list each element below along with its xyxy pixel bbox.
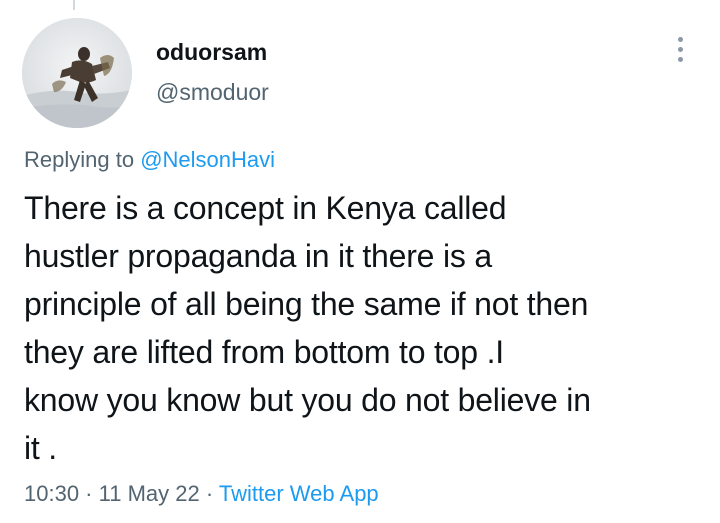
more-vertical-icon xyxy=(677,36,683,42)
more-vertical-icon xyxy=(677,46,683,52)
tweet-time[interactable]: 10:30 xyxy=(24,481,79,506)
replying-to-label: Replying to xyxy=(24,147,141,172)
avatar[interactable] xyxy=(22,18,132,128)
tweet-metadata: 10:30 · 11 May 22 · Twitter Web App xyxy=(24,479,379,509)
more-options-button[interactable] xyxy=(664,30,696,68)
meta-separator: · xyxy=(79,481,99,506)
tweet-date[interactable]: 11 May 22 xyxy=(99,481,200,506)
tweet-text: There is a concept in Kenya called hustl… xyxy=(24,190,591,466)
replying-to-line: Replying to @NelsonHavi xyxy=(24,146,275,174)
avatar-photo xyxy=(22,18,132,128)
reply-mention-link[interactable]: @NelsonHavi xyxy=(140,147,275,172)
more-vertical-icon xyxy=(677,56,683,62)
meta-separator: · xyxy=(199,481,219,506)
author-display-name[interactable]: oduorsam xyxy=(156,38,267,66)
tweet-source-link[interactable]: Twitter Web App xyxy=(219,481,379,506)
thread-connector-line xyxy=(73,0,75,10)
author-handle[interactable]: @smoduor xyxy=(156,78,269,106)
